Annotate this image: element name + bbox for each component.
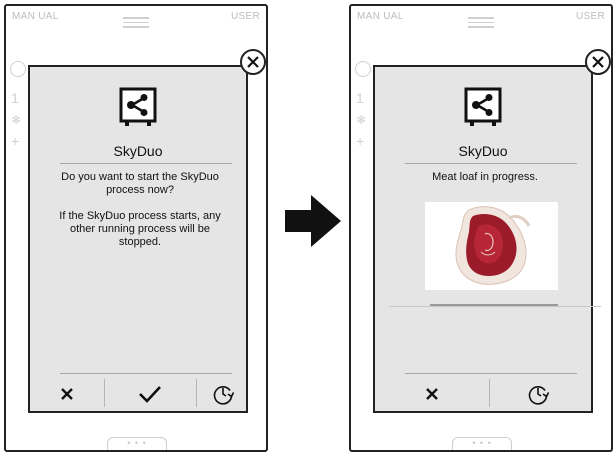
user-label[interactable]: USER xyxy=(576,11,605,22)
user-label[interactable]: USER xyxy=(231,11,260,22)
divider xyxy=(60,373,232,374)
warning-text: If the SkyDuo process starts, any other … xyxy=(59,210,221,248)
skyduo-share-icon xyxy=(119,87,157,126)
dialog-title: SkyDuo xyxy=(113,143,163,159)
dialog-message: Do you want to start the SkyDuo process … xyxy=(48,171,232,262)
bottom-drawer-tab[interactable]: • • • xyxy=(107,437,167,450)
fan-icon: ❄ xyxy=(11,113,22,127)
plus-icon: + xyxy=(11,133,20,149)
status-text: Meat loaf in progress. xyxy=(432,171,538,183)
skyduo-confirm-dialog: SkyDuo Do you want to start the SkyDuo p… xyxy=(28,65,248,413)
mode-label[interactable]: MAN UAL xyxy=(357,11,404,22)
dialog-title: SkyDuo xyxy=(458,143,508,159)
close-icon xyxy=(592,56,604,68)
close-icon xyxy=(247,56,259,68)
background-value: 1 xyxy=(11,90,19,106)
progress-track xyxy=(389,306,601,307)
progress-bar xyxy=(430,304,558,306)
skyduo-progress-dialog: SkyDuo Meat loaf in progress. xyxy=(373,65,601,413)
oven-screen-confirm: MAN UAL USER 1 ❄ + SkyDuo Do you want to… xyxy=(4,4,268,452)
confirm-check-icon xyxy=(139,386,161,403)
dialog-message: Meat loaf in progress. xyxy=(393,171,577,197)
action-bar xyxy=(30,375,246,413)
divider xyxy=(405,163,577,164)
close-button[interactable] xyxy=(585,49,611,75)
close-button[interactable] xyxy=(240,49,266,75)
cancel-icon xyxy=(426,388,438,400)
cancel-button[interactable] xyxy=(375,375,489,413)
background-value: 1 xyxy=(356,90,364,106)
menu-icon[interactable] xyxy=(468,14,494,28)
fan-icon: ❄ xyxy=(356,113,367,127)
top-bar: MAN UAL USER xyxy=(351,6,611,40)
top-bar: MAN UAL USER xyxy=(6,6,266,40)
timer-icon xyxy=(528,386,550,405)
oven-screen-progress: MAN UAL USER 1 ❄ + SkyDuo Meat loaf in p… xyxy=(349,4,613,452)
cancel-button[interactable] xyxy=(30,375,104,413)
raw-meat-cut-image xyxy=(425,202,558,290)
mode-label[interactable]: MAN UAL xyxy=(12,11,59,22)
right-arrow-icon xyxy=(285,195,341,247)
action-bar xyxy=(375,375,591,413)
timer-icon xyxy=(213,386,235,405)
divider xyxy=(405,373,577,374)
skyduo-share-icon xyxy=(464,87,502,126)
confirm-button[interactable] xyxy=(105,375,195,413)
timer-button[interactable] xyxy=(490,375,586,413)
divider xyxy=(60,163,232,164)
menu-icon[interactable] xyxy=(123,14,149,28)
cancel-icon xyxy=(61,388,73,400)
drawer-dots: • • • xyxy=(472,438,492,448)
play-icon xyxy=(10,61,26,77)
question-text: Do you want to start the SkyDuo process … xyxy=(61,171,219,196)
play-icon xyxy=(355,61,371,77)
timer-button[interactable] xyxy=(197,375,249,413)
drawer-dots: • • • xyxy=(127,438,147,448)
bottom-drawer-tab[interactable]: • • • xyxy=(452,437,512,450)
plus-icon: + xyxy=(356,133,365,149)
